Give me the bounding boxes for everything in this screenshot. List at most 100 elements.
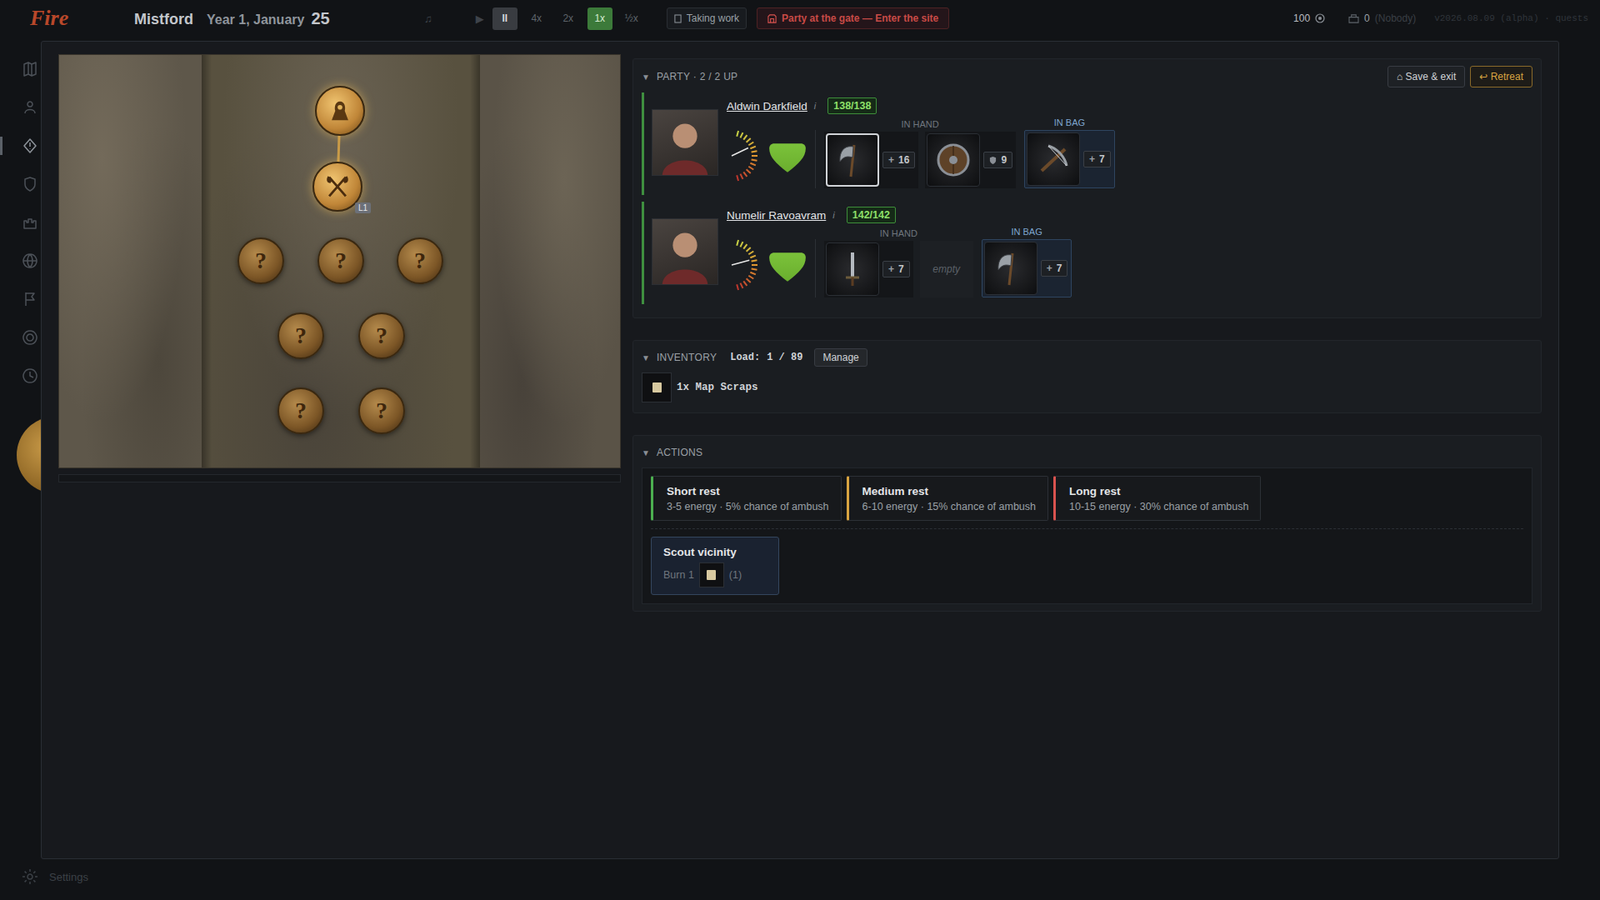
info-button[interactable]: i: [814, 100, 816, 111]
logo[interactable]: Fire: [30, 5, 135, 31]
web-icon: [21, 329, 39, 346]
equipment-slot[interactable]: +16: [824, 131, 919, 189]
quest-icon: [21, 137, 39, 155]
clock-icon: [21, 367, 39, 385]
map-node[interactable]: [315, 85, 365, 136]
node-level-badge: L1: [355, 202, 371, 214]
save-exit-button[interactable]: ⌂ Save & exit: [1387, 65, 1465, 88]
node-mystery-mark: ?: [414, 249, 426, 273]
load-value: 1 / 89: [766, 351, 803, 364]
map-wall-right: [480, 55, 620, 468]
person-icon: [21, 99, 39, 116]
map-icon: [21, 60, 39, 78]
rest-button[interactable]: Short rest3-5 energy · 5% chance of ambu…: [650, 475, 842, 521]
speed-button[interactable]: 2x: [555, 7, 581, 30]
item-slot[interactable]: [825, 242, 880, 296]
map-wall-left: [59, 55, 202, 468]
slot-row: +7empty: [824, 240, 974, 298]
scout-button[interactable]: Scout vicinityBurn 1(1): [650, 536, 780, 595]
adventurer-icon: [325, 96, 355, 125]
member-stats: IN HAND+169IN BAG+7: [726, 117, 1115, 189]
location-date: MistfordYear 1, January25: [134, 9, 418, 29]
info-button[interactable]: i: [832, 210, 835, 220]
equipment-slot[interactable]: +7: [824, 240, 914, 298]
gate-icon: [767, 14, 777, 24]
inventory-header: ▼INVENTORYLoad:1 / 89Manage: [641, 347, 1533, 368]
hp-badge: 138/138: [827, 97, 877, 115]
top-bar: FireMistfordYear 1, January25♫▶II4x2x1x½…: [0, 0, 1600, 37]
axe-icon: [832, 140, 873, 180]
divider: [650, 528, 1524, 530]
scroll-icon: [641, 372, 672, 403]
slot-group-label: IN HAND: [900, 119, 939, 130]
map-node[interactable]: ?: [277, 312, 325, 360]
morale-heart-icon: [768, 142, 807, 174]
item-slot[interactable]: [984, 241, 1038, 295]
slot-row: +16 9: [824, 131, 1016, 189]
follower-name: (Nobody): [1375, 12, 1416, 25]
crossed-axes-icon: [323, 172, 352, 201]
sword-icon: [832, 249, 873, 290]
map-node[interactable]: ?: [237, 237, 285, 285]
date: Year 1, January: [206, 12, 305, 28]
pause-button[interactable]: II: [492, 7, 518, 30]
media-button[interactable]: ♫: [424, 12, 433, 25]
energy-gauge: [726, 126, 760, 185]
item-stat-badge: 9: [983, 151, 1013, 169]
map-node[interactable]: L1: [312, 161, 363, 212]
map-node[interactable]: ?: [358, 387, 405, 435]
member-details: Aldwin Darkfieldi138/138IN HAND+169IN BA…: [726, 97, 1115, 189]
node-mystery-mark: ?: [375, 324, 388, 348]
party-header: ▼PARTY · 2 / 2 UP⌂ Save & exit↩ Retreat: [641, 65, 1533, 88]
shield-icon: [21, 175, 39, 193]
slot-group-label: IN HAND: [880, 228, 918, 239]
rest-button[interactable]: Long rest10-15 energy · 30% chance of am…: [1053, 475, 1261, 521]
inventory-item[interactable]: 1x Map Scraps: [641, 372, 1533, 406]
crossbow-icon: [1033, 139, 1074, 180]
settings-button[interactable]: Settings: [0, 868, 109, 885]
speed-button[interactable]: ½x: [619, 7, 645, 30]
node-mystery-mark: ?: [375, 399, 388, 423]
castle-icon: [21, 214, 39, 231]
item-slot[interactable]: [926, 133, 980, 187]
map-node[interactable]: ?: [396, 237, 444, 285]
coin-icon: [1315, 13, 1325, 24]
work-status[interactable]: Taking work: [666, 7, 747, 30]
retreat-button[interactable]: ↩ Retreat: [1470, 65, 1533, 88]
manage-button[interactable]: Manage: [814, 348, 867, 367]
equipment-slot[interactable]: +7: [1025, 130, 1115, 188]
member-name[interactable]: Numelir Ravoavram: [726, 209, 826, 222]
rest-button[interactable]: Medium rest6-10 energy · 15% chance of a…: [846, 475, 1049, 521]
media-button[interactable]: ▶: [475, 12, 485, 25]
axe-icon: [990, 248, 1031, 289]
collapse-toggle[interactable]: ▼: [641, 353, 650, 363]
expedition-modal: L1??????? ▼PARTY · 2 / 2 UP⌂ Save & exit↩…: [40, 40, 1560, 860]
speed-button[interactable]: 4x: [524, 7, 550, 30]
node-mystery-mark: ?: [335, 249, 347, 273]
map-node[interactable]: ?: [358, 312, 405, 360]
collapse-toggle[interactable]: ▼: [641, 72, 650, 82]
item-slot[interactable]: [1026, 132, 1080, 186]
member-portrait[interactable]: [651, 218, 719, 285]
media-controls: ♫▶: [424, 12, 485, 25]
collapse-toggle[interactable]: ▼: [641, 448, 650, 458]
party-member: Aldwin Darkfieldi138/138IN HAND+169IN BA…: [641, 92, 1533, 195]
map-node[interactable]: ?: [277, 387, 325, 435]
actions-list: Short rest3-5 energy · 5% chance of ambu…: [641, 467, 1533, 605]
speed-button[interactable]: 1x: [587, 7, 613, 30]
followers-icon: [1348, 14, 1360, 24]
item-slot[interactable]: [825, 133, 880, 187]
member-portrait[interactable]: [651, 109, 719, 176]
party-section: ▼PARTY · 2 / 2 UP⌂ Save & exit↩ Retreat A…: [632, 58, 1542, 319]
member-details: Numelir Ravoavrami142/142IN HAND+7emptyI…: [726, 206, 1072, 298]
node-mystery-mark: ?: [255, 249, 267, 273]
equipment-slot[interactable]: 9: [925, 131, 1016, 189]
equipment-slot[interactable]: +7: [982, 240, 1072, 297]
empty-slot[interactable]: empty: [920, 240, 974, 298]
alert-button[interactable]: Party at the gate — Enter the site: [756, 7, 950, 30]
flag-icon: [21, 290, 39, 308]
member-name[interactable]: Aldwin Darkfield: [726, 100, 808, 113]
slot-group: IN BAG+7: [981, 226, 1073, 298]
node-mystery-mark: ?: [295, 324, 307, 348]
map-node[interactable]: ?: [317, 237, 365, 285]
